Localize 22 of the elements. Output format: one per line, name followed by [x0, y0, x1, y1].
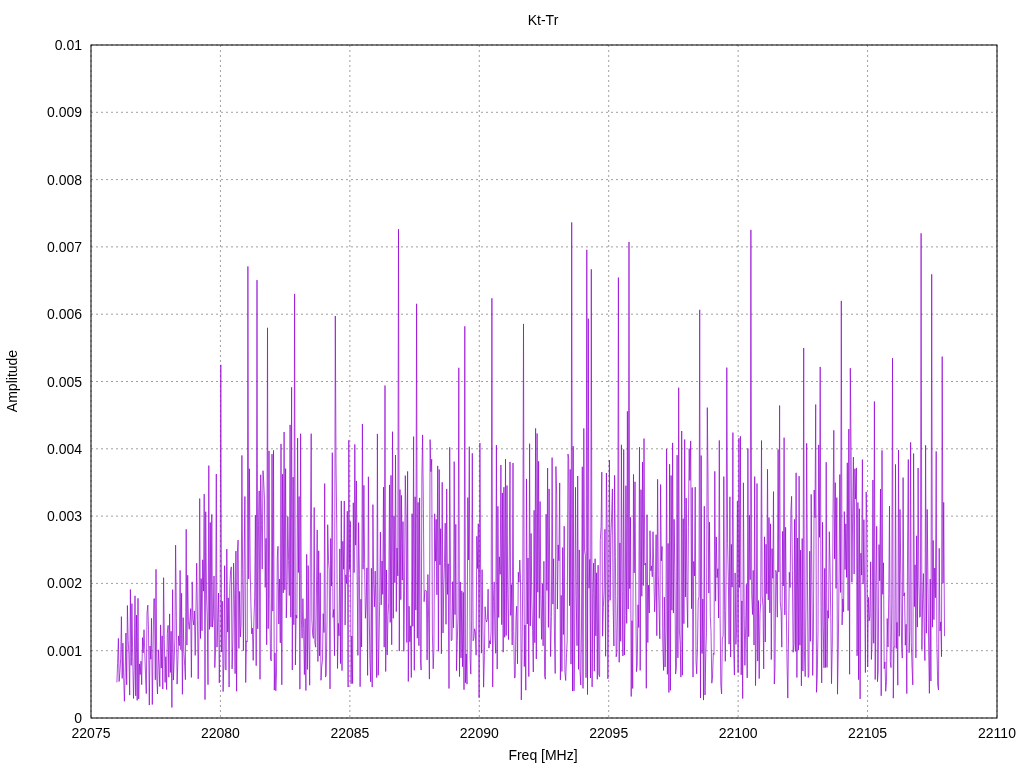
- y-tick-label: 0.005: [46, 373, 82, 390]
- x-tick-label: 22085: [330, 725, 370, 741]
- y-tick-label: 0.003: [46, 508, 82, 525]
- y-tick-label: 0.006: [46, 306, 82, 323]
- x-tick-label: 22090: [459, 725, 499, 741]
- y-tick-label: 0.008: [46, 171, 82, 188]
- y-tick-label: 0.009: [46, 104, 82, 121]
- x-tick-label: 22095: [589, 725, 629, 741]
- x-tick-label: 22100: [718, 725, 758, 741]
- y-tick-label: 0.001: [46, 642, 82, 659]
- x-axis-label: Freq [MHz]: [508, 747, 578, 763]
- y-tick-label: 0.002: [46, 575, 82, 592]
- chart-title: Kt-Tr: [527, 12, 559, 28]
- y-tick-label: 0.004: [46, 440, 82, 457]
- y-tick-label: 0.01: [54, 37, 82, 53]
- x-tick-label: 22110: [978, 725, 1016, 741]
- x-tick-label: 22105: [848, 725, 888, 741]
- y-tick-label: 0: [74, 710, 82, 726]
- y-tick-label: 0.007: [46, 238, 82, 255]
- x-tick-label: 22075: [71, 725, 111, 741]
- x-tick-label: 22080: [200, 725, 240, 741]
- y-axis-label: Amplitude: [4, 349, 20, 413]
